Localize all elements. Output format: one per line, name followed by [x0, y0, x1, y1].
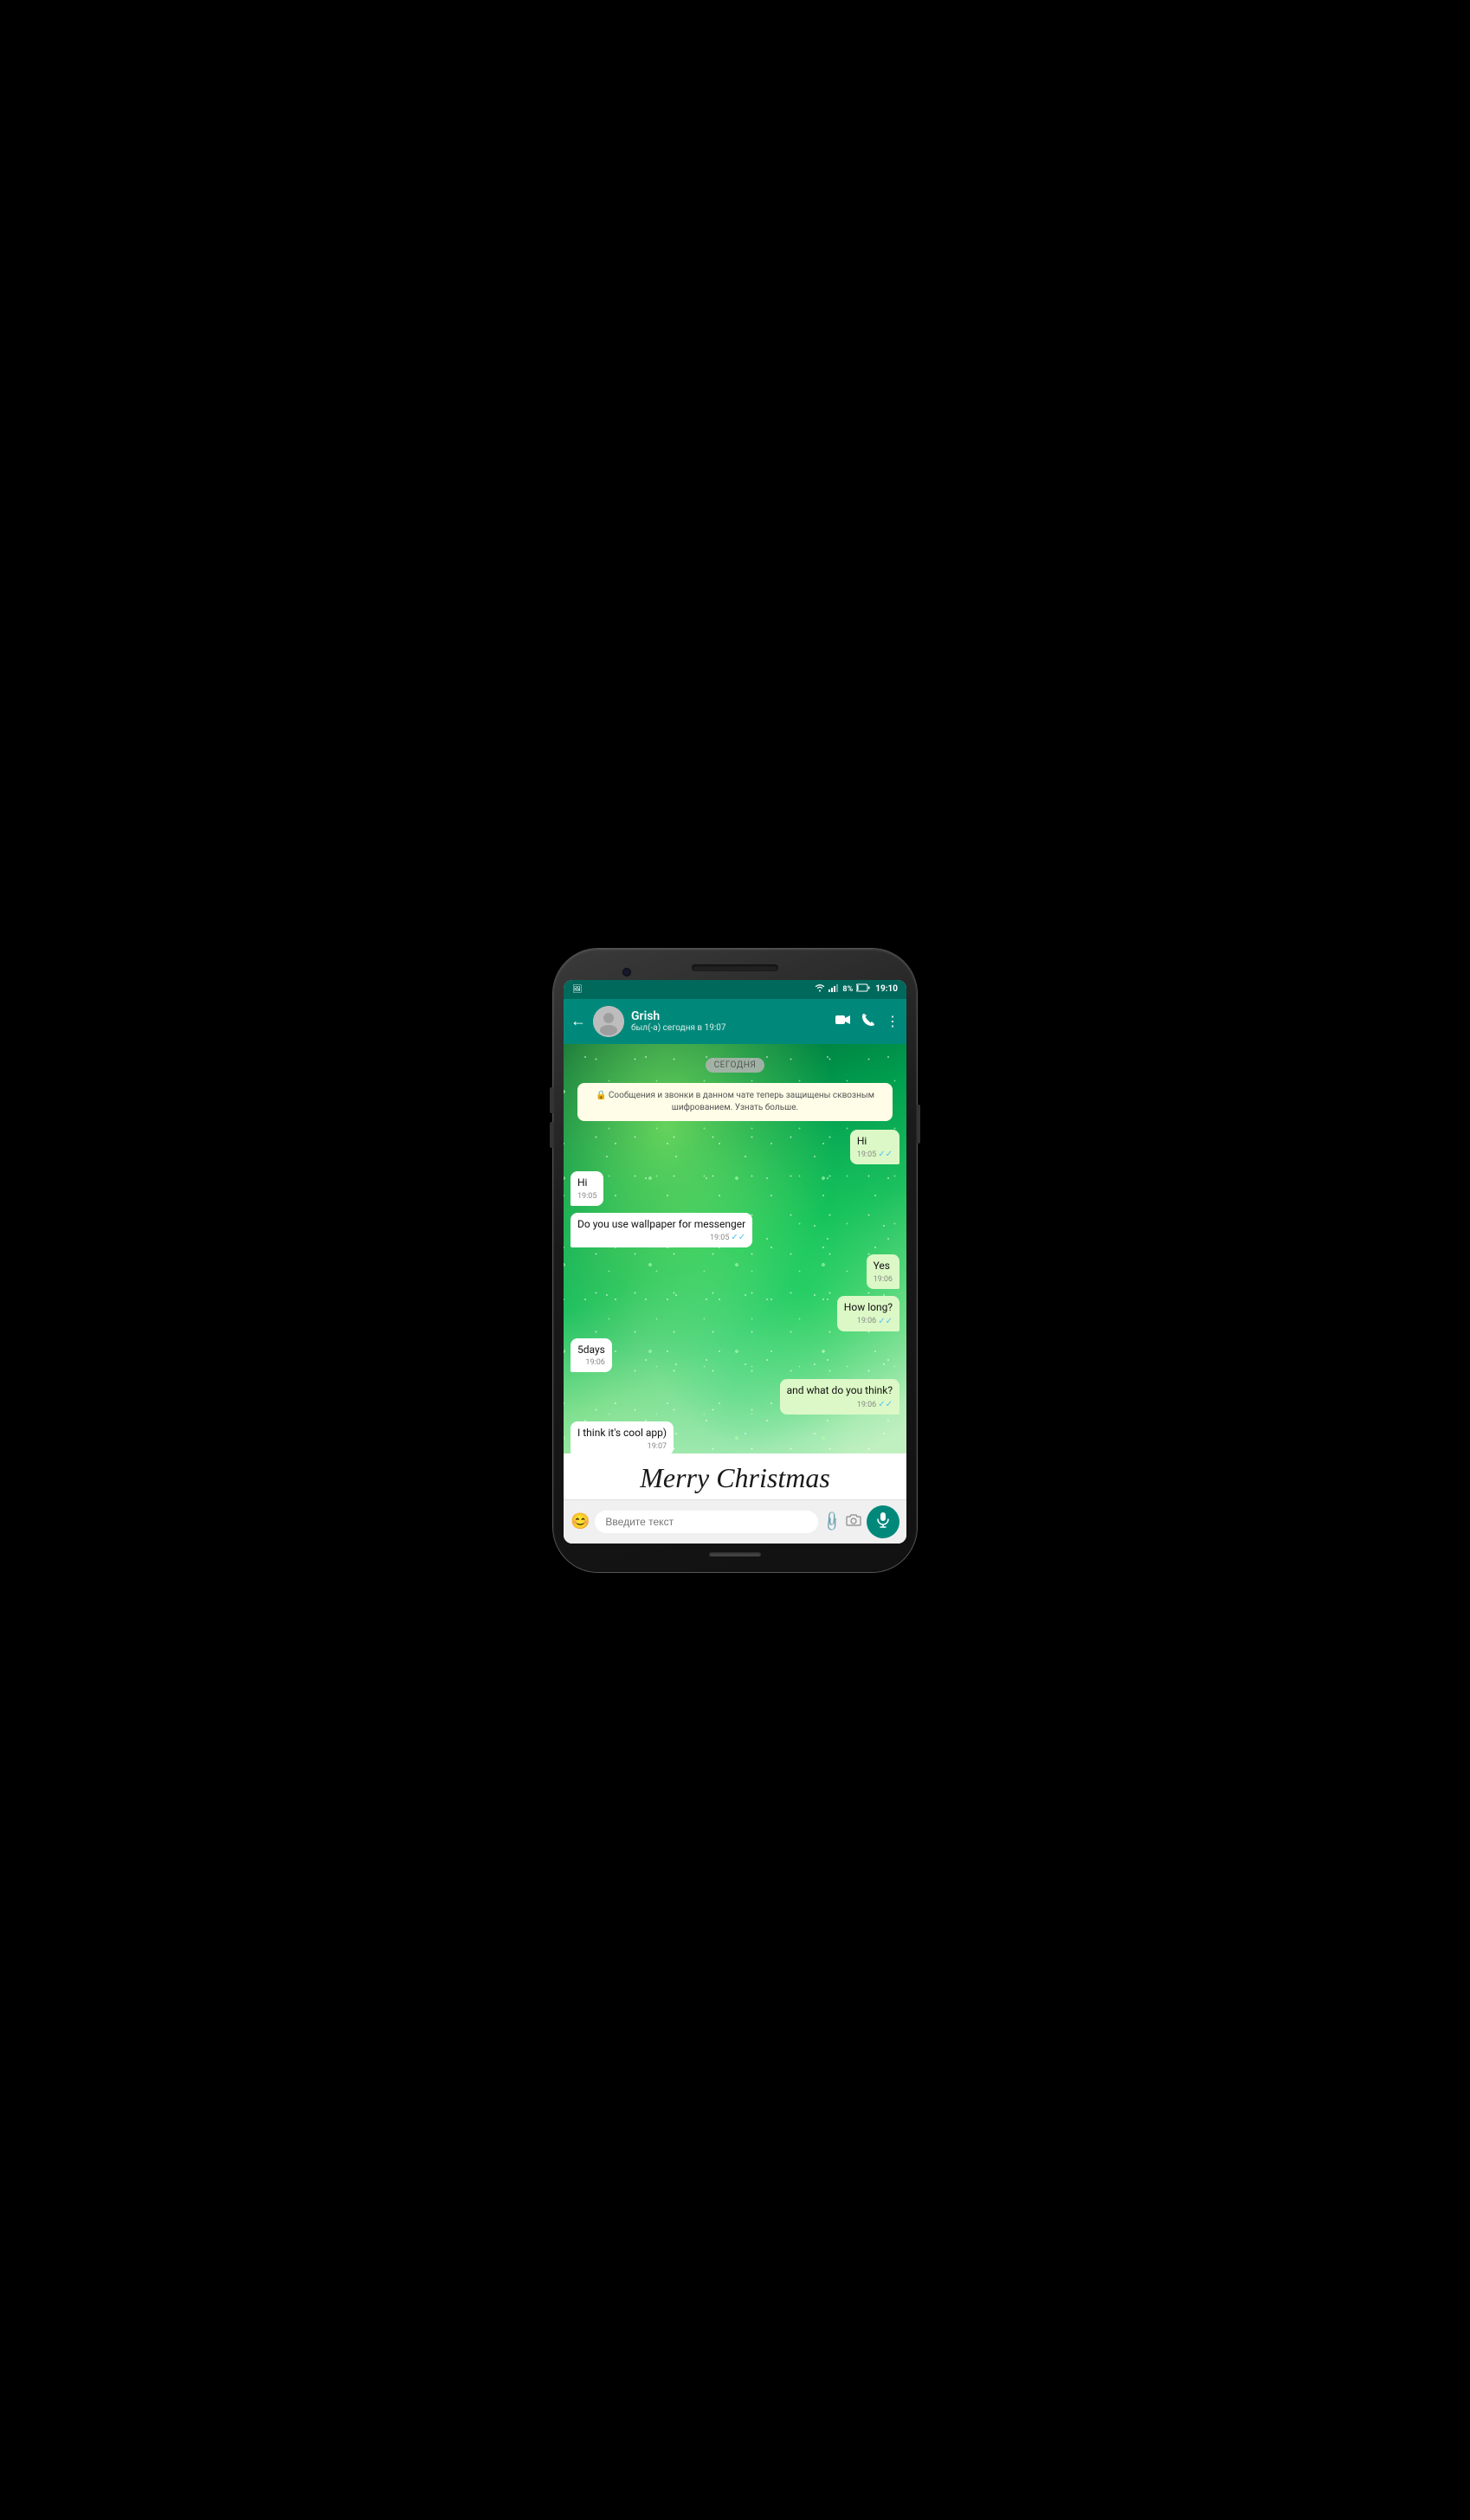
- message-time: 19:06: [585, 1357, 604, 1369]
- message-time: 19:05: [577, 1191, 596, 1202]
- chat-area: СЕГОДНЯ 🔒 Сообщения и звонки в данном ча…: [564, 1044, 906, 1453]
- message-ticks: ✓✓: [731, 1232, 745, 1244]
- message-time: 19:07: [648, 1441, 667, 1453]
- message-row: 5days 19:06: [571, 1338, 899, 1372]
- status-left: 🖼: [572, 985, 582, 994]
- message-row: I think it's cool app) 19:07: [571, 1421, 899, 1453]
- message-text: and what do you think?: [787, 1384, 893, 1396]
- message-row: Yes 19:06: [571, 1254, 899, 1288]
- back-button[interactable]: ←: [571, 1012, 586, 1030]
- mic-button[interactable]: [867, 1505, 899, 1538]
- battery-icon: [856, 983, 870, 995]
- message-input-bar: 😊 📎: [564, 1499, 906, 1544]
- phone-screen: 🖼 8%: [564, 980, 906, 1544]
- attach-button[interactable]: 📎: [820, 1510, 844, 1534]
- mic-icon: [877, 1512, 889, 1531]
- message-text: 5days: [577, 1344, 605, 1356]
- front-camera: [622, 968, 631, 976]
- emoji-button[interactable]: 😊: [571, 1512, 590, 1531]
- message-input[interactable]: [595, 1511, 818, 1533]
- volume-down-button[interactable]: [550, 1122, 553, 1148]
- phone-device: 🖼 8%: [553, 949, 917, 1572]
- battery-percent: 8%: [842, 985, 853, 994]
- message-meta: 19:06: [577, 1357, 605, 1369]
- christmas-area: Merry Christmas: [564, 1453, 906, 1499]
- message-bubble-received: I think it's cool app) 19:07: [571, 1421, 674, 1453]
- input-section: Merry Christmas 😊 📎: [564, 1453, 906, 1544]
- message-ticks: ✓✓: [878, 1399, 893, 1411]
- chat-header: ← Grish был(-а) сегодня в 19:07: [564, 999, 906, 1044]
- volume-up-button[interactable]: [550, 1087, 553, 1113]
- home-bar[interactable]: [709, 1552, 761, 1556]
- status-bar: 🖼 8%: [564, 980, 906, 999]
- message-meta: 19:05 ✓✓: [857, 1149, 893, 1161]
- message-meta: 19:05: [577, 1191, 596, 1202]
- contact-status: был(-а) сегодня в 19:07: [631, 1023, 828, 1033]
- wifi-icon: [815, 983, 825, 995]
- message-bubble-sent: How long? 19:06 ✓✓: [837, 1296, 899, 1331]
- message-ticks: ✓✓: [878, 1149, 893, 1161]
- message-time: 19:06: [857, 1316, 876, 1327]
- message-bubble-received: Hi 19:05: [571, 1171, 603, 1205]
- speaker-grille: [692, 964, 778, 971]
- menu-icon[interactable]: ⋮: [886, 1013, 899, 1029]
- message-text: Hi: [857, 1135, 867, 1147]
- message-text: Do you use wallpaper for messenger: [577, 1218, 745, 1230]
- message-time: 19:05: [857, 1150, 876, 1161]
- camera-button[interactable]: [846, 1513, 861, 1530]
- encryption-notice[interactable]: 🔒 Сообщения и звонки в данном чате тепер…: [577, 1083, 893, 1121]
- message-bubble-sent: Hi 19:05 ✓✓: [850, 1130, 899, 1165]
- message-text: Yes: [874, 1260, 890, 1272]
- date-badge: СЕГОДНЯ: [706, 1058, 765, 1073]
- message-ticks: ✓✓: [878, 1316, 893, 1328]
- message-time: 19:06: [874, 1274, 893, 1286]
- message-row: Do you use wallpaper for messenger 19:05…: [571, 1213, 899, 1248]
- christmas-text: Merry Christmas: [640, 1462, 830, 1493]
- message-row: and what do you think? 19:06 ✓✓: [571, 1379, 899, 1415]
- message-bubble-sent: and what do you think? 19:06 ✓✓: [780, 1379, 899, 1415]
- chat-messages: СЕГОДНЯ 🔒 Сообщения и звонки в данном ча…: [564, 1044, 906, 1453]
- message-meta: 19:07: [577, 1441, 667, 1453]
- message-text: Hi: [577, 1176, 587, 1189]
- contact-name: Grish: [631, 1009, 828, 1023]
- message-text: I think it's cool app): [577, 1427, 667, 1439]
- message-meta: 19:05 ✓✓: [577, 1232, 745, 1244]
- message-bubble-sent: Yes 19:06: [867, 1254, 899, 1288]
- video-call-icon[interactable]: [835, 1013, 851, 1029]
- message-time: 19:05: [710, 1233, 729, 1244]
- signal-icon: [828, 983, 839, 995]
- date-divider: СЕГОДНЯ: [706, 1054, 765, 1073]
- voice-call-icon[interactable]: [861, 1013, 875, 1030]
- message-text: How long?: [844, 1301, 893, 1313]
- avatar[interactable]: [593, 1006, 624, 1037]
- status-right: 8% 19:10: [815, 983, 898, 995]
- message-bubble-received: 5days 19:06: [571, 1338, 612, 1372]
- message-meta: 19:06 ✓✓: [844, 1316, 893, 1328]
- clock: 19:10: [875, 984, 898, 994]
- message-row: Hi 19:05 ✓✓: [571, 1130, 899, 1165]
- header-icons: ⋮: [835, 1013, 899, 1030]
- power-button[interactable]: [917, 1105, 920, 1144]
- notification-icon: 🖼: [572, 985, 582, 994]
- message-time: 19:06: [857, 1400, 876, 1411]
- message-meta: 19:06 ✓✓: [787, 1399, 893, 1411]
- contact-info[interactable]: Grish был(-а) сегодня в 19:07: [631, 1009, 828, 1033]
- message-row: Hi 19:05: [571, 1171, 899, 1205]
- message-bubble-received: Do you use wallpaper for messenger 19:05…: [571, 1213, 752, 1248]
- message-meta: 19:06: [874, 1274, 893, 1286]
- message-row: How long? 19:06 ✓✓: [571, 1296, 899, 1331]
